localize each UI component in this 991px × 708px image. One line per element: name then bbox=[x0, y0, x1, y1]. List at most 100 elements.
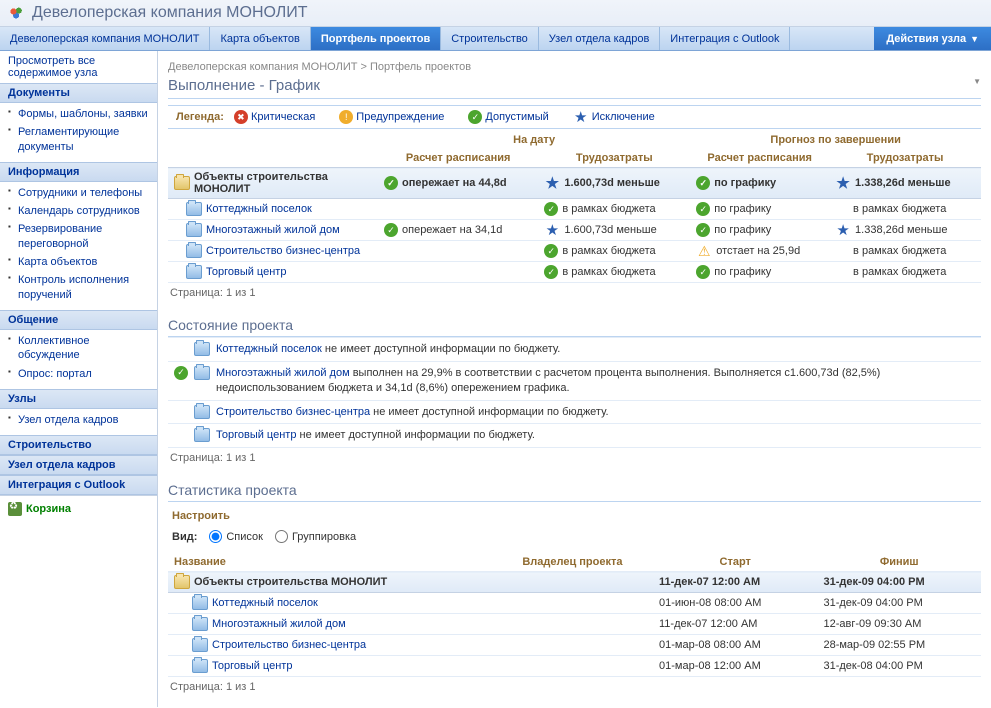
sidebar-item[interactable]: Сотрудники и телефоны bbox=[8, 184, 153, 202]
legend-label: Легенда: bbox=[176, 111, 224, 123]
col-name[interactable]: Название bbox=[168, 553, 492, 572]
view-all-link[interactable]: Просмотреть все содержимое узла bbox=[0, 51, 157, 83]
table-row[interactable]: Коттеджный поселок✓в рамках бюджета✓по г… bbox=[168, 199, 981, 220]
sidebar-section[interactable]: Информация bbox=[0, 162, 157, 182]
table-row[interactable]: Многоэтажный жилой дом✓опережает на 34,1… bbox=[168, 220, 981, 241]
project-link[interactable]: Коттеджный поселок bbox=[212, 597, 318, 609]
status-list: Коттеджный поселок не имеет доступной ин… bbox=[168, 337, 981, 448]
project-link[interactable]: Торговый центр bbox=[216, 429, 296, 441]
view-group-radio[interactable]: Группировка bbox=[275, 530, 356, 543]
col-calc-2[interactable]: Расчет расписания bbox=[690, 149, 829, 168]
project-link[interactable]: Многоэтажный жилой дом bbox=[206, 224, 340, 236]
col-effort-1[interactable]: Трудозатраты bbox=[538, 149, 690, 168]
sidebar-section[interactable]: Документы bbox=[0, 83, 157, 103]
sidebar-item[interactable]: Регламентирующие документы bbox=[8, 123, 153, 156]
ok-icon: ✓ bbox=[544, 244, 558, 258]
breadcrumb-root[interactable]: Девелоперская компания МОНОЛИТ bbox=[168, 61, 357, 73]
table-row[interactable]: Торговый центр01-мар-08 12:00 AM31-дек-0… bbox=[168, 656, 981, 677]
col-group-forecast: Прогноз по завершении bbox=[690, 131, 981, 149]
legend-link[interactable]: Предупреждение bbox=[356, 111, 444, 123]
table-row[interactable]: Многоэтажный жилой дом11-дек-07 12:00 AM… bbox=[168, 614, 981, 635]
sidebar-item[interactable]: Опрос: портал bbox=[8, 365, 153, 383]
folder-icon bbox=[186, 265, 202, 279]
tab-3[interactable]: Строительство bbox=[441, 27, 539, 50]
col-owner[interactable]: Владелец проекта bbox=[492, 553, 653, 572]
sidebar-item[interactable]: Узел отдела кадров bbox=[8, 411, 153, 429]
legend: Легенда: ✖Критическая!Предупреждение✓Доп… bbox=[168, 105, 981, 129]
category-row[interactable]: Объекты строительства МОНОЛИТ✓опережает … bbox=[168, 168, 981, 199]
star-icon: ★ bbox=[544, 223, 560, 237]
sidebar-item[interactable]: Резервирование переговорной bbox=[8, 220, 153, 253]
col-start[interactable]: Старт bbox=[653, 553, 817, 572]
legend-link[interactable]: Критическая bbox=[251, 111, 315, 123]
project-link[interactable]: Строительство бизнес-центра bbox=[206, 245, 360, 257]
project-link[interactable]: Коттеджный поселок bbox=[206, 203, 312, 215]
grid-pager: Страница: 1 из 1 bbox=[168, 283, 981, 303]
sidebar-section[interactable]: Строительство bbox=[0, 435, 157, 455]
status-row: Строительство бизнес-центра не имеет дос… bbox=[168, 401, 981, 425]
sidebar-item[interactable]: Календарь сотрудников bbox=[8, 202, 153, 220]
site-actions-button[interactable]: Действия узла ▼ bbox=[874, 27, 991, 50]
table-row[interactable]: Строительство бизнес-центра01-мар-08 08:… bbox=[168, 635, 981, 656]
col-group-on-date: На дату bbox=[378, 131, 690, 149]
ok-icon: ✓ bbox=[174, 366, 188, 380]
sidebar-item[interactable]: Контроль исполнения поручений bbox=[8, 271, 153, 304]
tab-5[interactable]: Интеграция с Outlook bbox=[660, 27, 790, 50]
status-section-title: Состояние проекта bbox=[168, 309, 981, 337]
tab-0[interactable]: Девелоперская компания МОНОЛИТ bbox=[0, 27, 210, 50]
breadcrumb-leaf: Портфель проектов bbox=[370, 61, 471, 73]
col-calc-1[interactable]: Расчет расписания bbox=[378, 149, 538, 168]
top-nav: Девелоперская компания МОНОЛИТКарта объе… bbox=[0, 27, 991, 51]
stats-pager: Страница: 1 из 1 bbox=[168, 677, 981, 697]
view-list-radio[interactable]: Список bbox=[209, 530, 263, 543]
recycle-bin[interactable]: Корзина bbox=[0, 495, 157, 522]
sidebar-section[interactable]: Интеграция с Outlook bbox=[0, 475, 157, 495]
folder-icon bbox=[194, 342, 210, 356]
folder-icon bbox=[192, 617, 208, 631]
project-link[interactable]: Строительство бизнес-центра bbox=[216, 406, 370, 418]
ok-icon: ✓ bbox=[696, 202, 710, 216]
col-effort-2[interactable]: Трудозатраты bbox=[829, 149, 981, 168]
ok-icon: ✓ bbox=[696, 176, 710, 190]
legend-item: ✖Критическая bbox=[234, 110, 315, 124]
project-link[interactable]: Многоэтажный жилой дом bbox=[212, 618, 346, 630]
project-link[interactable]: Торговый центр bbox=[206, 266, 286, 278]
project-link[interactable]: Строительство бизнес-центра bbox=[212, 639, 366, 651]
tab-4[interactable]: Узел отдела кадров bbox=[539, 27, 661, 50]
folder-icon bbox=[174, 575, 190, 589]
sidebar-item[interactable]: Карта объектов bbox=[8, 253, 153, 271]
star-icon: ★ bbox=[835, 223, 851, 237]
folder-icon bbox=[194, 428, 210, 442]
category-row[interactable]: Объекты строительства МОНОЛИТ11-дек-07 1… bbox=[168, 572, 981, 593]
app-logo-icon bbox=[8, 5, 26, 21]
configure-link[interactable]: Настроить bbox=[172, 510, 230, 522]
sidebar-section[interactable]: Узлы bbox=[0, 389, 157, 409]
sidebar-item[interactable]: Коллективное обсуждение bbox=[8, 332, 153, 365]
legend-item: ★Исключение bbox=[573, 110, 655, 124]
ok-icon: ✓ bbox=[544, 265, 558, 279]
sidebar-section[interactable]: Узел отдела кадров bbox=[0, 455, 157, 475]
breadcrumb: Девелоперская компания МОНОЛИТ > Портфел… bbox=[168, 59, 981, 77]
app-header: Девелоперская компания МОНОЛИТ bbox=[0, 0, 991, 27]
project-link[interactable]: Коттеджный поселок bbox=[216, 343, 322, 355]
sidebar-section[interactable]: Общение bbox=[0, 310, 157, 330]
table-row[interactable]: Коттеджный поселок01-июн-08 08:00 AM31-д… bbox=[168, 593, 981, 614]
legend-link[interactable]: Исключение bbox=[592, 111, 655, 123]
legend-link[interactable]: Допустимый bbox=[485, 111, 548, 123]
table-row[interactable]: Строительство бизнес-центра✓в рамках бюд… bbox=[168, 241, 981, 262]
col-finish[interactable]: Финиш bbox=[817, 553, 981, 572]
chevron-down-icon[interactable]: ▼ bbox=[973, 77, 981, 86]
folder-icon bbox=[174, 176, 190, 190]
star-icon: ★ bbox=[573, 110, 589, 124]
project-link[interactable]: Многоэтажный жилой дом bbox=[216, 367, 350, 379]
project-link[interactable]: Торговый центр bbox=[212, 660, 292, 672]
tab-1[interactable]: Карта объектов bbox=[210, 27, 310, 50]
sidebar: Просмотреть все содержимое узла Документ… bbox=[0, 51, 158, 707]
status-row: Коттеджный поселок не имеет доступной ин… bbox=[168, 338, 981, 362]
site-actions-label: Действия узла bbox=[886, 33, 966, 45]
main-content: Девелоперская компания МОНОЛИТ > Портфел… bbox=[158, 51, 991, 707]
table-row[interactable]: Торговый центр✓в рамках бюджета✓по графи… bbox=[168, 262, 981, 283]
warn-icon: ! bbox=[339, 110, 353, 124]
sidebar-item[interactable]: Формы, шаблоны, заявки bbox=[8, 105, 153, 123]
tab-2[interactable]: Портфель проектов bbox=[311, 27, 441, 50]
